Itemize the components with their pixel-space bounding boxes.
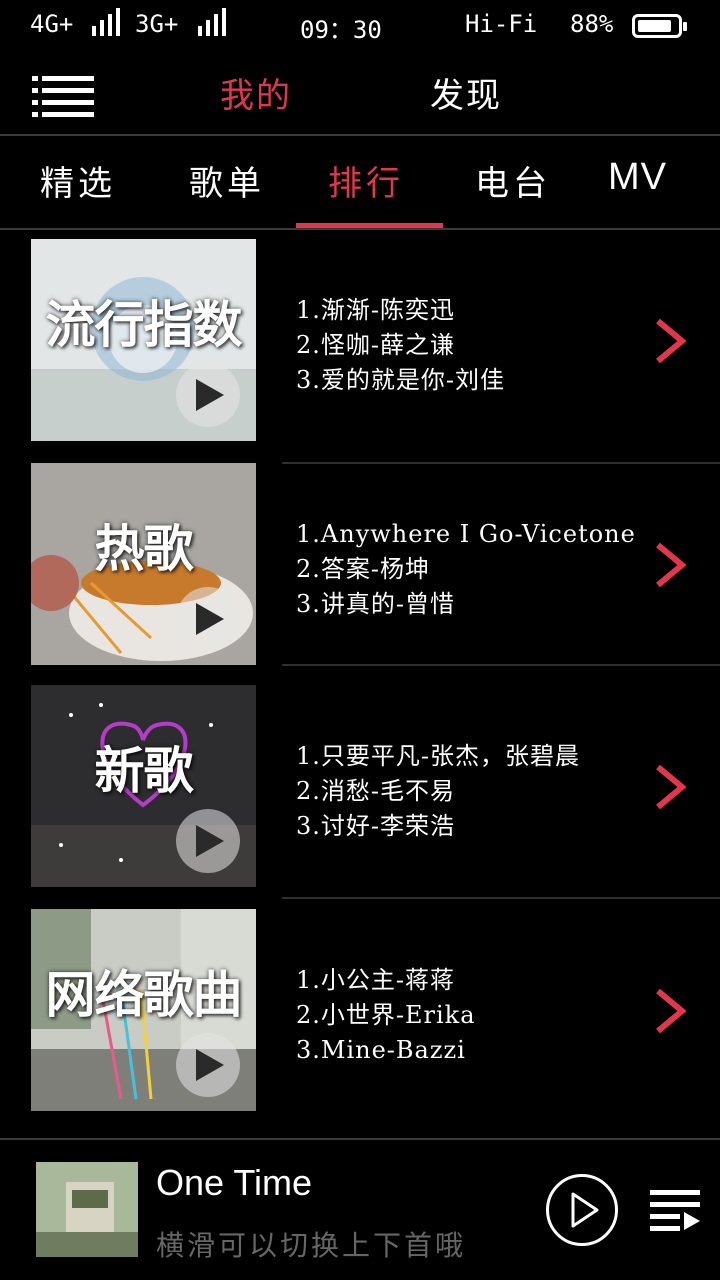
play-icon <box>196 603 224 635</box>
play-button[interactable] <box>176 1033 240 1097</box>
play-button[interactable] <box>176 809 240 873</box>
song-item: 1.只要平凡-张杰，张碧晨 <box>296 742 581 770</box>
play-button[interactable] <box>176 363 240 427</box>
play-icon <box>571 1192 599 1228</box>
category-tabs: 精选 歌单 排行 电台 MV <box>0 136 720 228</box>
chart-cover-image: 网络歌曲 <box>31 909 256 1111</box>
song-item: 2.答案-杨坤 <box>296 555 431 583</box>
now-playing-cover[interactable] <box>36 1162 138 1257</box>
cover-illustration <box>36 1162 138 1257</box>
song-item: 3.爱的就是你-刘佳 <box>296 366 506 394</box>
network-3g-label: 3G+ <box>135 10 179 38</box>
tab-radio[interactable]: 电台 <box>475 156 551 205</box>
song-item: 1.小公主-蒋蒋 <box>296 966 456 994</box>
tab-featured[interactable]: 精选 <box>40 156 116 205</box>
mini-player[interactable]: One Time 横滑可以切换上下首哦 <box>0 1140 720 1280</box>
chart-cover-image: 热歌 <box>31 463 256 665</box>
tab-mv[interactable]: MV <box>608 156 667 199</box>
chart-card-new-songs[interactable]: 新歌 1.只要平凡-张杰，张碧晨 2.消愁-毛不易 3.讨好-李荣浩 <box>0 685 720 907</box>
song-item: 2.怪咖-薛之谦 <box>296 331 456 359</box>
play-icon <box>196 379 224 411</box>
chart-song-list: 1.只要平凡-张杰，张碧晨 2.消愁-毛不易 3.讨好-李荣浩 <box>296 739 580 844</box>
tab-rankings[interactable]: 排行 <box>328 156 404 205</box>
song-item: 1.渐渐-陈奕迅 <box>296 296 456 324</box>
chevron-right-icon[interactable] <box>652 763 688 811</box>
chart-song-list: 1.Anywhere I Go-Vicetone 2.答案-杨坤 3.讲真的-曾… <box>296 517 636 622</box>
chart-song-list: 1.小公主-蒋蒋 2.小世界-Erika 3.Mine-Bazzi <box>296 963 476 1068</box>
song-item: 3.讲真的-曾惜 <box>296 590 456 618</box>
play-icon <box>196 825 224 857</box>
battery-percent: 88% <box>570 10 614 38</box>
chart-title: 热歌 <box>94 520 194 578</box>
swipe-hint: 横滑可以切换上下首哦 <box>156 1229 467 1262</box>
signal-icon <box>198 8 226 36</box>
menu-icon[interactable] <box>32 74 96 118</box>
playlist-queue-icon[interactable] <box>650 1188 702 1236</box>
now-playing-title: One Time <box>156 1162 313 1203</box>
chart-card-popular-index[interactable]: 流行指数 1.渐渐-陈奕迅 2.怪咖-薛之谦 3.爱的就是你-刘佳 <box>0 239 720 461</box>
chevron-right-icon[interactable] <box>652 541 688 589</box>
network-4g-label: 4G+ <box>30 10 74 38</box>
song-item: 2.小世界-Erika <box>296 1001 476 1029</box>
chart-cover-image: 流行指数 <box>31 239 256 441</box>
row-divider <box>282 897 720 899</box>
row-divider <box>282 664 720 666</box>
clock: 09：30 <box>300 16 382 44</box>
song-item: 1.Anywhere I Go-Vicetone <box>296 520 636 548</box>
tabs-divider <box>0 228 720 230</box>
chart-cover-image: 新歌 <box>31 685 256 887</box>
signal-icon <box>92 8 120 36</box>
tab-playlists[interactable]: 歌单 <box>189 156 265 205</box>
battery-fill <box>638 20 671 32</box>
battery-icon <box>632 14 687 38</box>
song-item: 3.Mine-Bazzi <box>296 1036 466 1064</box>
play-button[interactable] <box>176 587 240 651</box>
hifi-label: Hi-Fi <box>465 10 538 38</box>
song-item: 2.消愁-毛不易 <box>296 777 456 805</box>
chart-card-network-songs[interactable]: 网络歌曲 1.小公主-蒋蒋 2.小世界-Erika 3.Mine-Bazzi <box>0 909 720 1131</box>
top-header: 我的 发现 <box>0 56 720 134</box>
chevron-right-icon[interactable] <box>652 987 688 1035</box>
chart-title: 新歌 <box>94 742 194 800</box>
tab-mine[interactable]: 我的 <box>220 68 292 117</box>
tab-discover[interactable]: 发现 <box>430 68 502 117</box>
play-icon <box>196 1049 224 1081</box>
status-bar: 4G+ 3G+ 09：30 Hi-Fi 88% <box>0 0 720 56</box>
song-item: 3.讨好-李荣浩 <box>296 812 456 840</box>
chevron-right-icon[interactable] <box>652 317 688 365</box>
chart-title: 网络歌曲 <box>45 966 243 1024</box>
player-play-button[interactable] <box>546 1174 618 1246</box>
chart-card-hot-songs[interactable]: 热歌 1.Anywhere I Go-Vicetone 2.答案-杨坤 3.讲真… <box>0 463 720 685</box>
chart-title: 流行指数 <box>45 296 243 354</box>
chart-song-list: 1.渐渐-陈奕迅 2.怪咖-薛之谦 3.爱的就是你-刘佳 <box>296 293 505 398</box>
